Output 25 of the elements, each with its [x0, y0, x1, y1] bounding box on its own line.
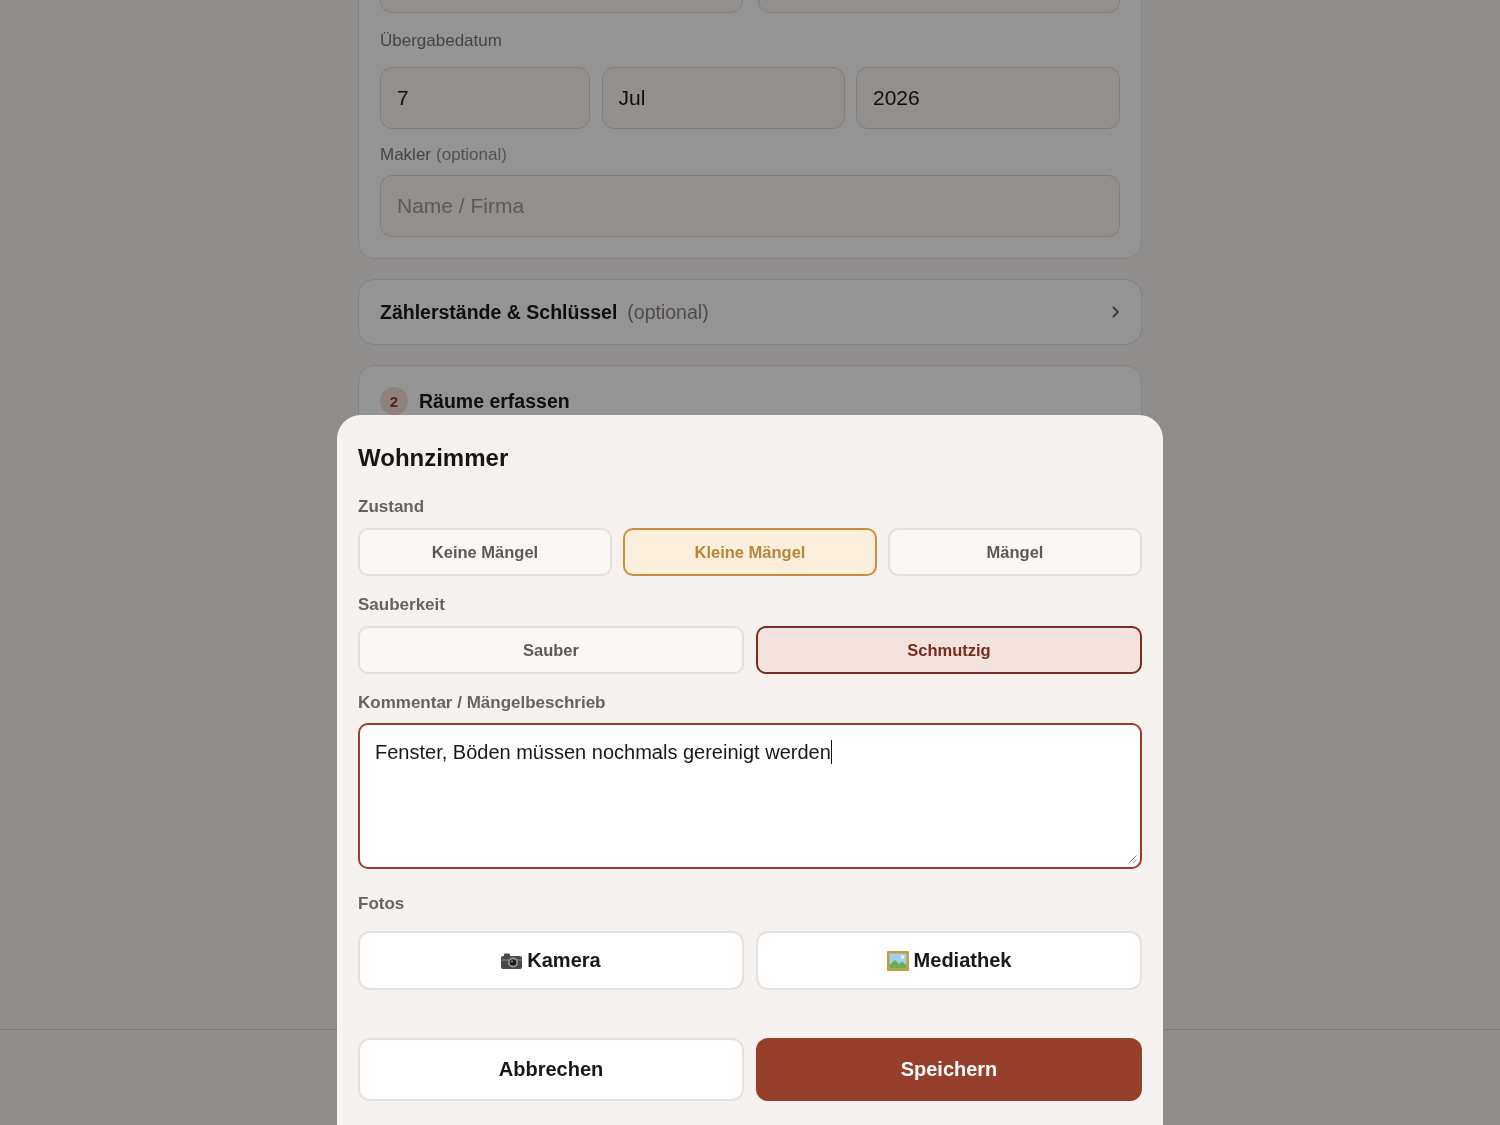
year-field[interactable]: 2026	[856, 67, 1120, 129]
save-button[interactable]: Speichern	[756, 1038, 1142, 1101]
sheet-title: Wohnzimmer	[358, 443, 509, 473]
section-title: Räume erfassen	[419, 389, 570, 413]
day-field[interactable]: 7	[380, 67, 590, 129]
field-label: Fotos	[358, 894, 405, 914]
optional-hint: (optional)	[436, 145, 507, 165]
meters-accordion[interactable]: Zählerstände & Schlüssel (optional)	[358, 279, 1142, 345]
framed-picture-icon	[886, 950, 909, 971]
comment-field[interactable]: Fenster, Böden müssen nochmals gereinigt werden	[358, 723, 1142, 869]
photo-source-button[interactable]: Mediathek	[756, 931, 1142, 990]
photo-source-button[interactable]: Kamera	[358, 931, 744, 990]
field-label: Zustand	[358, 497, 425, 517]
field-label: Sauberkeit	[358, 595, 445, 615]
text-cursor-icon	[830, 740, 833, 764]
field-label: Kommentar / Mängelbeschrieb	[358, 693, 606, 713]
month-field[interactable]: Jul	[601, 67, 845, 129]
resize-grip-icon[interactable]	[1128, 855, 1137, 864]
cancel-button[interactable]: Abbrechen	[358, 1038, 744, 1101]
field-label: Übergabedatum	[380, 31, 502, 51]
camera-icon	[501, 952, 523, 969]
option-button[interactable]: Mängel	[888, 528, 1142, 576]
field-label: Makler	[380, 145, 431, 165]
step-badge: 2	[380, 387, 408, 415]
option-button[interactable]: Schmutzig	[756, 626, 1142, 674]
